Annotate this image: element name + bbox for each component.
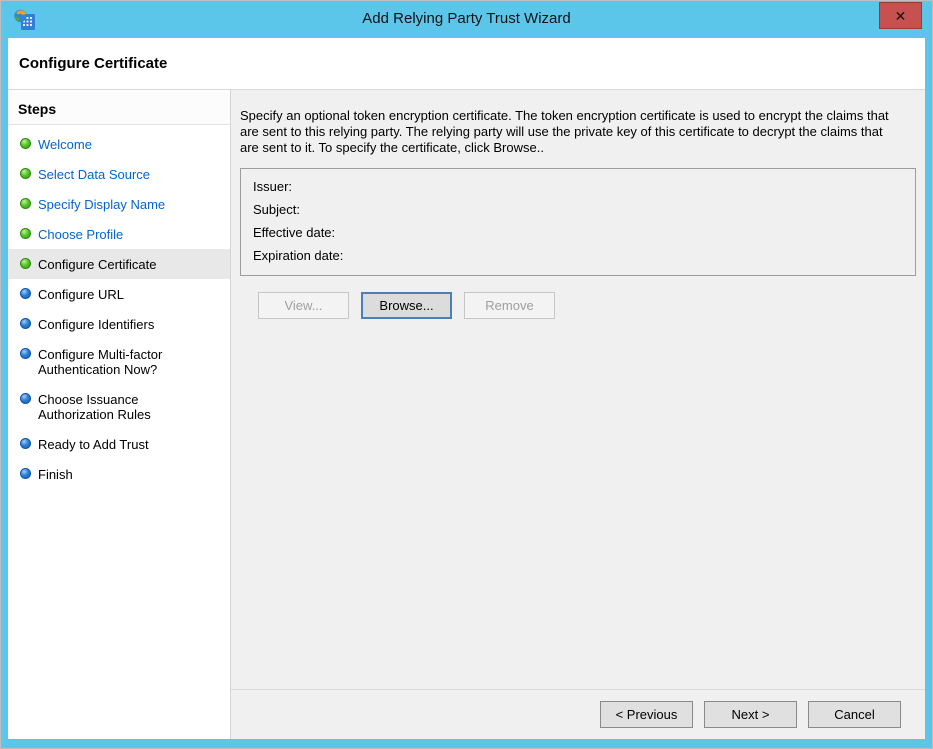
step-configure-url[interactable]: Configure URL [8,279,230,309]
step-finish[interactable]: Finish [8,459,230,489]
step-configure-multi-factor[interactable]: Configure Multi-factor Authentication No… [8,339,230,384]
remove-button[interactable]: Remove [464,292,555,319]
browse-button[interactable]: Browse... [361,292,452,319]
window-title: Add Relying Party Trust Wizard [1,1,932,37]
step-label: Finish [38,467,73,482]
step-choose-issuance-rules[interactable]: Choose Issuance Authorization Rules [8,384,230,429]
wizard-window: Add Relying Party Trust Wizard ✕ Configu… [0,0,933,749]
step-label: Configure Identifiers [38,317,154,332]
page-title: Configure Certificate [8,38,925,90]
dialog-surface: Configure Certificate Steps Welcome Sele… [8,38,925,739]
certificate-field-row: Issuer: [253,175,903,198]
step-status-icon [20,468,31,479]
step-status-icon [20,348,31,359]
dialog-body: Steps Welcome Select Data Source [8,90,925,739]
certificate-field-label: Effective date: [253,225,335,240]
step-status-icon [20,198,31,209]
step-choose-profile[interactable]: Choose Profile [8,219,230,249]
wizard-navigation-footer: < Previous Next > Cancel [231,689,925,739]
content-pane: Specify an optional token encryption cer… [231,90,925,739]
step-status-icon [20,258,31,269]
certificate-field-label: Issuer: [253,179,292,194]
step-status-icon [20,318,31,329]
step-status-icon [20,138,31,149]
step-status-icon [20,393,31,404]
cancel-button[interactable]: Cancel [808,701,901,728]
step-configure-identifiers[interactable]: Configure Identifiers [8,309,230,339]
certificate-action-buttons: View... Browse... Remove [258,292,916,319]
steps-sidebar: Steps Welcome Select Data Source [8,90,231,739]
step-label: Choose Issuance Authorization Rules [38,392,198,422]
description-text: Specify an optional token encryption cer… [240,108,902,156]
step-label: Choose Profile [38,227,123,242]
step-label: Ready to Add Trust [38,437,149,452]
step-label: Specify Display Name [38,197,165,212]
step-status-icon [20,228,31,239]
adfs-app-icon [13,8,37,32]
certificate-field-row: Effective date: [253,221,903,244]
close-icon: ✕ [895,8,907,24]
step-welcome[interactable]: Welcome [8,129,230,159]
step-label: Configure URL [38,287,124,302]
certificate-field-label: Expiration date: [253,248,343,263]
step-status-icon [20,438,31,449]
certificate-field-label: Subject: [253,202,300,217]
step-status-icon [20,288,31,299]
step-label: Configure Certificate [38,257,157,272]
step-status-icon [20,168,31,179]
step-specify-display-name[interactable]: Specify Display Name [8,189,230,219]
step-label: Select Data Source [38,167,150,182]
next-button[interactable]: Next > [704,701,797,728]
close-button[interactable]: ✕ [879,2,922,29]
certificate-info-box: Issuer: Subject: Effective date: [240,168,916,276]
step-ready-to-add-trust[interactable]: Ready to Add Trust [8,429,230,459]
certificate-field-row: Subject: [253,198,903,221]
steps-list: Welcome Select Data Source Specify Displ… [8,129,230,489]
step-label: Configure Multi-factor Authentication No… [38,347,198,377]
step-label: Welcome [38,137,92,152]
steps-header: Steps [8,90,230,125]
step-select-data-source[interactable]: Select Data Source [8,159,230,189]
view-button[interactable]: View... [258,292,349,319]
certificate-field-row: Expiration date: [253,244,903,267]
titlebar: Add Relying Party Trust Wizard ✕ [1,1,932,38]
step-configure-certificate[interactable]: Configure Certificate [8,249,230,279]
previous-button[interactable]: < Previous [600,701,693,728]
